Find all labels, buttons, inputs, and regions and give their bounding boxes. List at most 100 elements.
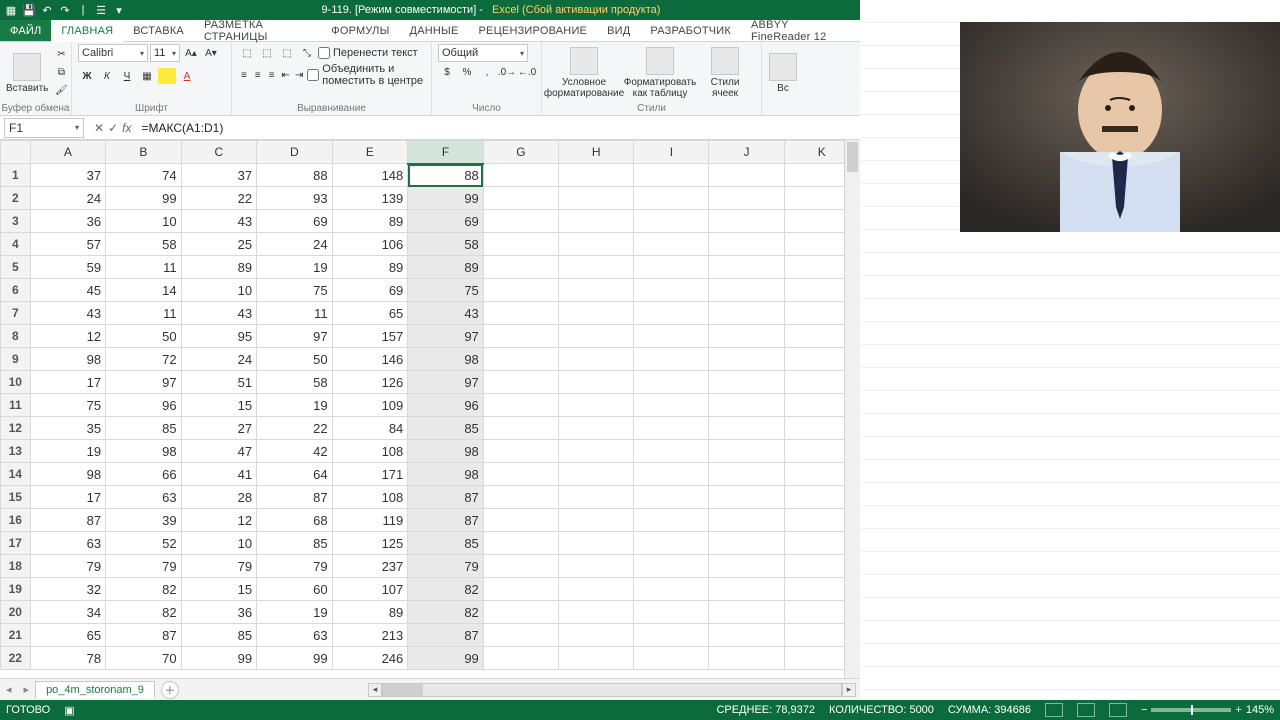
font-size-select[interactable]: 11 — [150, 44, 180, 62]
cell[interactable] — [483, 394, 558, 417]
cell[interactable]: 89 — [181, 256, 257, 279]
cell[interactable]: 43 — [408, 302, 484, 325]
view-page-layout-icon[interactable] — [1077, 703, 1095, 717]
cell[interactable]: 99 — [181, 647, 257, 670]
tab-abbyy[interactable]: ABBYY FineReader 12 — [741, 20, 860, 41]
format-as-table-button[interactable]: Форматировать как таблицу — [624, 44, 696, 102]
cell[interactable]: 24 — [30, 187, 106, 210]
view-page-break-icon[interactable] — [1109, 703, 1127, 717]
cell[interactable] — [709, 647, 784, 670]
cell[interactable] — [559, 417, 634, 440]
align-center-icon[interactable]: ≡ — [252, 67, 264, 83]
row-header[interactable]: 9 — [1, 348, 31, 371]
cell[interactable]: 97 — [106, 371, 182, 394]
sheet-nav-next-icon[interactable]: ▸ — [18, 683, 36, 696]
cell[interactable] — [483, 279, 558, 302]
cell[interactable]: 36 — [181, 601, 257, 624]
spreadsheet-grid[interactable]: ABCDEFGHIJK13774378814888224992293139993… — [0, 140, 860, 670]
cell[interactable] — [483, 210, 558, 233]
increase-font-icon[interactable]: A▴ — [182, 45, 200, 61]
cut-icon[interactable]: ✂ — [52, 46, 70, 62]
cell[interactable] — [559, 486, 634, 509]
cell[interactable]: 39 — [106, 509, 182, 532]
cell[interactable] — [559, 348, 634, 371]
cell[interactable]: 70 — [106, 647, 182, 670]
cell[interactable] — [709, 532, 784, 555]
cell[interactable] — [483, 555, 558, 578]
paste-button[interactable]: Вставить — [6, 44, 48, 102]
cell[interactable]: 82 — [106, 578, 182, 601]
tab-formulas[interactable]: ФОРМУЛЫ — [321, 20, 399, 41]
cell[interactable]: 17 — [30, 486, 106, 509]
column-header[interactable]: B — [106, 141, 182, 164]
cell[interactable]: 87 — [408, 509, 484, 532]
cell[interactable] — [559, 440, 634, 463]
cell[interactable] — [559, 210, 634, 233]
cell[interactable]: 85 — [106, 417, 182, 440]
cell[interactable] — [709, 417, 784, 440]
cell[interactable] — [634, 486, 709, 509]
cell[interactable] — [559, 394, 634, 417]
cell[interactable]: 98 — [106, 440, 182, 463]
cell[interactable]: 99 — [408, 647, 484, 670]
cell[interactable]: 11 — [106, 302, 182, 325]
cell[interactable]: 11 — [257, 302, 333, 325]
row-header[interactable]: 21 — [1, 624, 31, 647]
cell[interactable]: 50 — [106, 325, 182, 348]
cell[interactable] — [634, 417, 709, 440]
cell[interactable]: 45 — [30, 279, 106, 302]
cell[interactable]: 79 — [257, 555, 333, 578]
cell[interactable]: 88 — [408, 164, 484, 187]
cell[interactable]: 69 — [257, 210, 333, 233]
qat-save-icon[interactable]: 💾 — [22, 3, 36, 17]
cell[interactable] — [634, 440, 709, 463]
cell[interactable]: 52 — [106, 532, 182, 555]
comma-icon[interactable]: , — [478, 64, 496, 80]
cell[interactable]: 15 — [181, 578, 257, 601]
cell[interactable]: 107 — [332, 578, 408, 601]
cell[interactable] — [483, 624, 558, 647]
cell[interactable] — [483, 440, 558, 463]
cell[interactable]: 79 — [408, 555, 484, 578]
cell[interactable] — [559, 647, 634, 670]
cell[interactable] — [559, 164, 634, 187]
cell[interactable]: 37 — [181, 164, 257, 187]
cell[interactable]: 171 — [332, 463, 408, 486]
number-format-select[interactable]: Общий — [438, 44, 528, 62]
cell[interactable]: 89 — [408, 256, 484, 279]
row-header[interactable]: 5 — [1, 256, 31, 279]
insert-cells-button[interactable]: Вс — [768, 44, 798, 102]
cell[interactable] — [709, 279, 784, 302]
vertical-scrollbar[interactable] — [844, 140, 860, 678]
cell[interactable] — [483, 417, 558, 440]
cell[interactable]: 19 — [257, 394, 333, 417]
conditional-formatting-button[interactable]: Условное форматирование — [548, 44, 620, 102]
align-right-icon[interactable]: ≡ — [266, 67, 278, 83]
cell[interactable] — [634, 394, 709, 417]
row-header[interactable]: 10 — [1, 371, 31, 394]
row-header[interactable]: 7 — [1, 302, 31, 325]
cell[interactable]: 43 — [181, 210, 257, 233]
dec-decimal-icon[interactable]: ←.0 — [518, 64, 536, 80]
zoom-in-icon[interactable]: + — [1235, 704, 1241, 716]
cell[interactable]: 125 — [332, 532, 408, 555]
cell[interactable] — [634, 233, 709, 256]
cell[interactable]: 237 — [332, 555, 408, 578]
cell[interactable]: 58 — [257, 371, 333, 394]
tab-developer[interactable]: РАЗРАБОТЧИК — [640, 20, 741, 41]
row-header[interactable]: 15 — [1, 486, 31, 509]
row-header[interactable]: 16 — [1, 509, 31, 532]
cell[interactable]: 75 — [408, 279, 484, 302]
cell[interactable] — [559, 233, 634, 256]
cell[interactable] — [559, 509, 634, 532]
copy-icon[interactable]: ⧉ — [52, 64, 70, 80]
cell[interactable] — [709, 210, 784, 233]
cell[interactable]: 87 — [257, 486, 333, 509]
cell[interactable] — [483, 486, 558, 509]
cell[interactable] — [634, 164, 709, 187]
cell[interactable]: 98 — [30, 348, 106, 371]
row-header[interactable]: 3 — [1, 210, 31, 233]
cell[interactable]: 148 — [332, 164, 408, 187]
cell[interactable] — [709, 187, 784, 210]
cell[interactable]: 27 — [181, 417, 257, 440]
